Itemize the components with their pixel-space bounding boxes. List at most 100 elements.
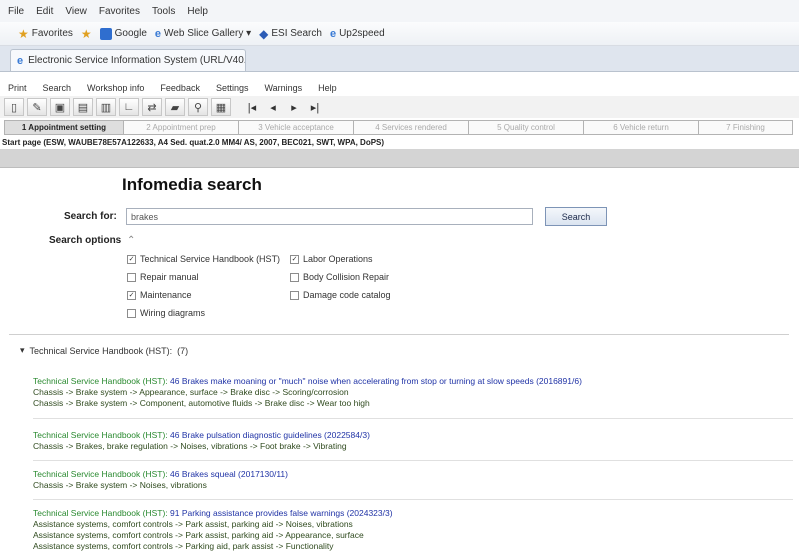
app-menu-settings[interactable]: Settings — [216, 83, 249, 93]
option-checkbox[interactable] — [127, 308, 136, 318]
app-menu-print[interactable]: Print — [8, 83, 27, 93]
app-menu-feedback[interactable]: Feedback — [160, 83, 200, 93]
result-link[interactable]: 46 Brakes make moaning or "much" noise w… — [170, 376, 582, 386]
collapse-chevron-icon: ⌃ — [127, 235, 136, 246]
result-link[interactable]: 46 Brake pulsation diagnostic guidelines… — [170, 430, 370, 440]
browser-menu-bar: File Edit View Favorites Tools Help — [0, 0, 799, 22]
next-page-icon[interactable]: ▸ — [285, 98, 303, 116]
tab-appointment-prep[interactable]: 2 Appointment prep — [123, 120, 238, 135]
app-menu-workshop-info[interactable]: Workshop info — [87, 83, 144, 93]
previous-page-icon[interactable]: ◂ — [264, 98, 282, 116]
tab-vehicle-acceptance[interactable]: 3 Vehicle acceptance — [238, 120, 353, 135]
browser-tab-title: Electronic Service Information System (U… — [28, 55, 246, 66]
result-separator — [33, 418, 793, 419]
result-separator — [33, 460, 793, 461]
first-page-icon[interactable]: |◂ — [243, 98, 261, 116]
option-label: Repair manual — [140, 272, 199, 282]
tab-services-rendered[interactable]: 4 Services rendered — [353, 120, 468, 135]
option-checkbox[interactable] — [290, 272, 299, 282]
result-source: Technical Service Handbook (HST): — [33, 376, 168, 386]
header-separator-band — [0, 149, 799, 168]
option-checkbox[interactable] — [290, 290, 299, 300]
option-repair-manual[interactable]: Repair manual — [127, 272, 199, 282]
search-icon[interactable]: ⚲ — [188, 98, 208, 116]
connect-icon[interactable]: ∟ — [119, 98, 139, 116]
menu-favorites[interactable]: Favorites — [99, 6, 140, 17]
expand-triangle-icon: ▾ — [20, 345, 25, 355]
search-label: Search for: — [64, 211, 117, 222]
app-menu-warnings[interactable]: Warnings — [264, 83, 302, 93]
ie-icon: e — [329, 27, 337, 40]
result-link[interactable]: 46 Brakes squeal (2017130/11) — [170, 469, 288, 479]
option-label: Maintenance — [140, 290, 192, 300]
app-toolbar: ▯ ✎ ▣ ▤ ▥ ∟ ⇄ ▰ ⚲ ▦ |◂ ◂ ▸ ▸| — [0, 96, 799, 118]
result-source: Technical Service Handbook (HST): — [33, 508, 168, 518]
bookmark-icon[interactable]: ▰ — [165, 98, 185, 116]
menu-view[interactable]: View — [65, 6, 87, 17]
result-item: Technical Service Handbook (HST): 46 Bra… — [33, 376, 793, 409]
app-menu-help[interactable]: Help — [318, 83, 337, 93]
search-input[interactable] — [126, 208, 533, 225]
result-path: Assistance systems, comfort controls -> … — [33, 541, 334, 551]
favorites-button[interactable]: ★ Favorites — [18, 27, 73, 41]
menu-tools[interactable]: Tools — [152, 6, 175, 17]
results-count: (7) — [177, 345, 189, 356]
search-button[interactable]: Search — [545, 207, 607, 226]
print-icon[interactable]: ▦ — [211, 98, 231, 116]
option-checkbox[interactable]: ✓ — [290, 254, 299, 264]
menu-file[interactable]: File — [8, 6, 24, 17]
google-icon — [99, 27, 112, 40]
option-checkbox[interactable]: ✓ — [127, 290, 136, 300]
result-path: Chassis -> Brake system -> Appearance, s… — [33, 387, 349, 397]
tab-vehicle-return[interactable]: 6 Vehicle return — [583, 120, 698, 135]
vehicle-status-line: Start page (ESW, WAUBE78E57A122633, A4 S… — [2, 137, 385, 147]
diagnosis-icon[interactable]: ⇄ — [142, 98, 162, 116]
ie-icon: e — [154, 27, 162, 40]
option-checkbox[interactable]: ✓ — [127, 254, 136, 264]
result-title-row: Technical Service Handbook (HST): 46 Bra… — [33, 376, 793, 387]
tab-appointment-setting[interactable]: 1 Appointment setting — [4, 120, 123, 135]
option-label: Technical Service Handbook (HST) — [140, 254, 281, 264]
menu-edit[interactable]: Edit — [36, 6, 53, 17]
option-maintenance[interactable]: ✓ Maintenance — [127, 290, 192, 300]
last-page-icon[interactable]: ▸| — [306, 98, 324, 116]
ie-icon: e — [17, 54, 24, 67]
tab-quality-control[interactable]: 5 Quality control — [468, 120, 583, 135]
option-labor-operations[interactable]: ✓ Labor Operations — [290, 254, 373, 264]
option-technical-service-handbook[interactable]: ✓ Technical Service Handbook (HST) — [127, 254, 280, 264]
browser-tab-bar: e Electronic Service Information System … — [0, 46, 799, 72]
result-path: Chassis -> Brakes, brake regulation -> N… — [33, 441, 347, 451]
page-title: Infomedia search — [122, 175, 262, 194]
tab-finishing[interactable]: 7 Finishing — [698, 120, 793, 135]
add-favorite-button[interactable]: ★ — [81, 27, 92, 41]
favorite-google[interactable]: Google — [99, 27, 147, 40]
browser-tab[interactable]: e Electronic Service Information System … — [10, 49, 246, 71]
option-label: Body Collision Repair — [303, 272, 390, 282]
search-options-label: Search options — [49, 235, 122, 246]
option-checkbox[interactable] — [127, 272, 136, 282]
workflow-step-tabs: 1 Appointment setting 2 Appointment prep… — [0, 120, 799, 135]
option-label: Labor Operations — [303, 254, 373, 264]
results-divider — [9, 334, 789, 335]
favorites-label: Favorites — [31, 28, 73, 39]
repair-icon[interactable]: ▥ — [96, 98, 116, 116]
option-wiring-diagrams[interactable]: Wiring diagrams — [127, 308, 205, 318]
new-document-icon[interactable]: ▯ — [4, 98, 24, 116]
app-menu-search[interactable]: Search — [43, 83, 72, 93]
search-options-toggle[interactable]: Search options ⌃ — [49, 235, 135, 246]
pencil-icon[interactable]: ✎ — [27, 98, 47, 116]
result-link[interactable]: 91 Parking assistance provides false war… — [170, 508, 393, 518]
menu-help[interactable]: Help — [187, 6, 208, 17]
result-title-row: Technical Service Handbook (HST): 46 Bra… — [33, 430, 793, 441]
car-icon[interactable]: ▣ — [50, 98, 70, 116]
service-icon[interactable]: ▤ — [73, 98, 93, 116]
result-source: Technical Service Handbook (HST): — [33, 469, 168, 479]
option-body-collision-repair[interactable]: Body Collision Repair — [290, 272, 389, 282]
results-group-header[interactable]: ▾ Technical Service Handbook (HST): (7) — [20, 345, 188, 356]
option-damage-code-catalog[interactable]: Damage code catalog — [290, 290, 391, 300]
favorite-up2speed[interactable]: e Up2speed — [330, 28, 385, 40]
result-path: Chassis -> Brake system -> Component, au… — [33, 398, 370, 408]
option-label: Damage code catalog — [303, 290, 391, 300]
favorite-esi-search[interactable]: ◆ ESI Search — [259, 27, 322, 41]
favorite-web-slice-gallery[interactable]: e Web Slice Gallery ▾ — [155, 28, 251, 40]
